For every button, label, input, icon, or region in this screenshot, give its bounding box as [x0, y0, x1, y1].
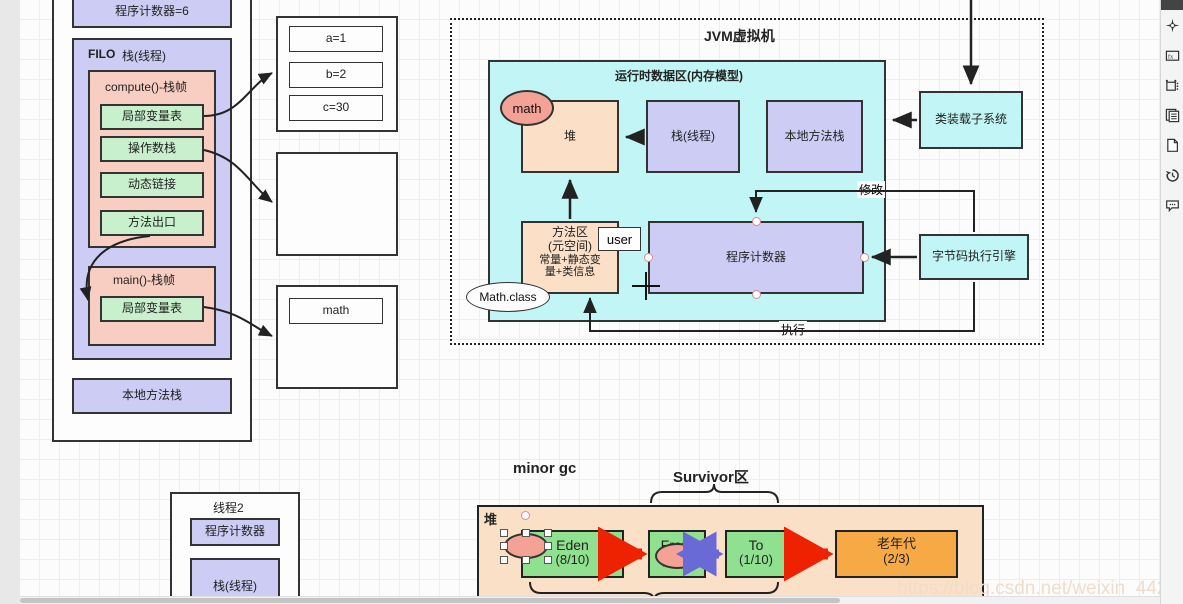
runtime-stack-thread-label: 栈(线程) — [671, 128, 715, 143]
diagram-editor-root: 程序计数器=6 FILO 栈(线程) compute()-栈帧 局部变量表 操作… — [0, 0, 1183, 604]
main-local-variable-table-label: 局部变量表 — [121, 301, 182, 316]
gc-region-old-generation-ratio: (2/3) — [883, 550, 910, 566]
local-var-b-label: b=2 — [325, 67, 347, 82]
resize-handle-sw[interactable] — [500, 556, 508, 564]
rotation-handle[interactable] — [521, 511, 530, 520]
local-var-a[interactable]: a=1 — [289, 26, 383, 52]
jvm-title: JVM虚拟机 — [704, 28, 775, 44]
compute-dynamic-link-label: 动态链接 — [127, 177, 176, 192]
program-counter-box[interactable]: 程序计数器 — [648, 221, 864, 294]
method-area-user-tag[interactable]: user — [598, 227, 641, 251]
thread1-stack-title: 栈(线程) — [122, 49, 166, 63]
gc-region-old-generation[interactable]: 老年代 (2/3) — [835, 530, 958, 578]
pc-handle-bottom[interactable] — [752, 290, 761, 299]
main-stack-frame-title: main()-栈帧 — [113, 273, 175, 287]
runtime-native-method-stack[interactable]: 本地方法栈 — [766, 100, 863, 173]
runtime-stack-thread[interactable]: 栈(线程) — [646, 100, 740, 173]
local-var-math[interactable]: math — [289, 298, 383, 324]
class-loader-subsystem[interactable]: 类装载子系统 — [919, 91, 1023, 149]
gc-region-to-name: To — [748, 537, 764, 553]
compute-operand-stack-label: 操作数栈 — [127, 141, 176, 156]
outline-icon[interactable] — [1161, 100, 1183, 130]
resize-handle-se[interactable] — [544, 556, 552, 564]
resize-handle-n[interactable] — [522, 529, 530, 537]
compute-method-exit-label: 方法出口 — [127, 215, 176, 230]
compute-operand-stack[interactable]: 操作数栈 — [100, 136, 204, 162]
right-toolbar[interactable]: fx — [1160, 0, 1183, 604]
resize-handle-nw[interactable] — [500, 529, 508, 537]
heap-label: 堆 — [563, 128, 576, 143]
history-icon[interactable] — [1161, 160, 1183, 190]
resize-handle-ne[interactable] — [544, 529, 552, 537]
arrange-icon[interactable] — [1161, 70, 1183, 100]
main-local-variable-table[interactable]: 局部变量表 — [100, 296, 204, 322]
local-var-b[interactable]: b=2 — [289, 62, 383, 88]
thread2-program-counter[interactable]: 程序计数器 — [190, 518, 280, 546]
math-class-tag-label: Math.class — [479, 290, 537, 304]
local-var-math-label: math — [322, 303, 350, 318]
gc-region-to-ratio: (1/10) — [739, 552, 773, 568]
runtime-native-method-stack-label: 本地方法栈 — [784, 128, 845, 143]
runtime-data-area-title: 运行时数据区(内存模型) — [615, 69, 743, 83]
method-area-line-4: 量+类信息 — [544, 266, 596, 279]
left-margin-strip — [0, 0, 21, 604]
pc-handle-left[interactable] — [644, 253, 653, 262]
thread2-stack-label: 栈(线程) — [213, 579, 257, 594]
horizontal-scrollbar[interactable] — [20, 596, 1161, 604]
program-counter-label: 程序计数器 — [725, 249, 786, 264]
local-var-c-label: c=30 — [322, 100, 350, 115]
thread2-program-counter-label: 程序计数器 — [204, 524, 265, 539]
horizontal-scrollbar-thumb[interactable] — [20, 598, 840, 603]
method-area-user-tag-label: user — [606, 231, 633, 247]
page-icon[interactable] — [1161, 130, 1183, 160]
format-panel-icon[interactable] — [1161, 10, 1183, 40]
gc-heap-label: 堆 — [484, 512, 498, 527]
minor-gc-label: minor gc — [513, 460, 577, 477]
gc-region-to[interactable]: To (1/10) — [725, 530, 787, 578]
edge-label-execute: 执行 — [779, 321, 808, 338]
math-class-tag[interactable]: Math.class — [466, 282, 550, 312]
thread1-program-counter-label: 程序计数器=6 — [115, 4, 189, 19]
local-var-c[interactable]: c=30 — [289, 95, 383, 121]
thread1-program-counter[interactable]: 程序计数器=6 — [72, 0, 232, 28]
thread1-stack-filo-label: FILO — [88, 47, 116, 61]
gc-region-old-generation-name: 老年代 — [876, 536, 916, 551]
edge-label-modify: 修改 — [857, 181, 886, 198]
class-loader-subsystem-label: 类装载子系统 — [934, 112, 1007, 127]
from-region-object[interactable] — [655, 543, 700, 569]
heap-math-object-label: math — [512, 100, 542, 116]
resize-handle-e[interactable] — [544, 542, 552, 550]
compute-stack-frame-title: compute()-栈帧 — [105, 80, 188, 94]
comment-icon[interactable] — [1161, 190, 1183, 220]
local-var-a-label: a=1 — [325, 31, 347, 46]
resize-handle-w[interactable] — [500, 542, 508, 550]
resize-handle-s[interactable] — [522, 556, 530, 564]
thread1-native-method-stack-label: 本地方法栈 — [121, 388, 182, 403]
locals-group-2[interactable] — [276, 152, 398, 256]
bytecode-execution-engine[interactable]: 字节码执行引擎 — [919, 234, 1029, 280]
svg-text:fx: fx — [1167, 53, 1173, 60]
method-area-line-3: 常量+静态变 — [539, 253, 601, 266]
compute-dynamic-link[interactable]: 动态链接 — [100, 172, 204, 198]
thread2-title: 线程2 — [213, 501, 244, 515]
compute-method-exit[interactable]: 方法出口 — [100, 210, 204, 236]
toolbar-top-bar — [1161, 0, 1183, 10]
edit-style-icon[interactable]: fx — [1161, 40, 1183, 70]
bytecode-execution-engine-label: 字节码执行引擎 — [931, 249, 1016, 264]
pc-handle-top[interactable] — [752, 217, 761, 226]
pc-handle-right[interactable] — [860, 253, 869, 262]
compute-local-variable-table[interactable]: 局部变量表 — [100, 104, 204, 130]
thread1-native-method-stack[interactable]: 本地方法栈 — [72, 378, 232, 414]
compute-local-variable-table-label: 局部变量表 — [121, 109, 182, 124]
heap-math-object[interactable]: math — [500, 90, 554, 126]
survivor-label: Survivor区 — [673, 469, 749, 486]
